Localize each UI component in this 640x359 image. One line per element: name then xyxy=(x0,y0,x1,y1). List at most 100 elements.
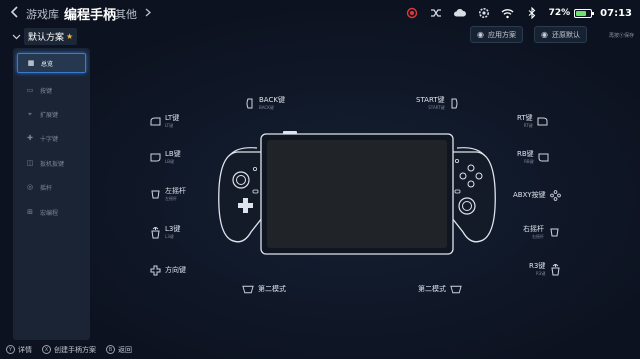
sidebar: ▦ 总览 ▭ 按键 ⌖ 扩展键 ✚ 十字键 ◫ 扳机扳键 ◎ 摇杆 ⊞ 宏编程 xyxy=(13,48,90,340)
right-grip xyxy=(451,151,496,243)
reset-default-button[interactable]: ◉ 还原默认 xyxy=(534,26,587,43)
reset-icon: ◉ xyxy=(541,30,548,39)
y-key-icon: Y xyxy=(6,345,15,354)
bottom-bar: Y 详情 X 创建手柄方案 B 返回 xyxy=(0,340,640,359)
sidebar-item-sticks[interactable]: ◎ 摇杆 xyxy=(17,177,86,197)
sidebar-item-macro[interactable]: ⊞ 宏编程 xyxy=(17,202,86,222)
mapping-label: START键 xyxy=(416,96,445,104)
tab-programming-controller[interactable]: 编程手柄 xyxy=(64,4,116,23)
apply-scheme-label: 应用方案 xyxy=(487,30,516,39)
mapping-label: RB键 xyxy=(517,150,534,158)
back-button-icon xyxy=(243,98,255,110)
mapping-label: LT键 xyxy=(165,114,180,122)
tab-game-library[interactable]: 游戏库 xyxy=(26,6,59,22)
mapping-rb[interactable]: RB键 RB键 xyxy=(517,150,550,165)
sidebar-item-extend-keys[interactable]: ⌖ 扩展键 xyxy=(17,104,86,124)
top-bar: 游戏库 编程手柄 其他 72% 07:13 xyxy=(0,0,640,26)
battery-percent: 72% xyxy=(548,8,571,18)
stick-icon: ◎ xyxy=(26,183,34,191)
settings-icon[interactable] xyxy=(473,5,495,21)
mapping-sublabel: RT键 xyxy=(523,123,533,128)
apply-scheme-button[interactable]: ◉ 应用方案 xyxy=(470,26,523,43)
back-button[interactable]: B 返回 xyxy=(106,345,132,355)
mapping-lt[interactable]: LT键 LT键 xyxy=(149,114,179,129)
save-hint: 再按Ⓨ保存 xyxy=(608,33,634,39)
mapping-mode-left[interactable]: 第二模式 xyxy=(242,283,286,295)
mapping-label: L3键 xyxy=(165,225,181,233)
mapping-label: 右摇杆 xyxy=(523,225,544,233)
mapping-sublabel: LB键 xyxy=(165,159,174,164)
details-label: 详情 xyxy=(18,345,32,354)
lt-icon xyxy=(149,116,161,128)
record-icon[interactable] xyxy=(401,5,423,21)
sidebar-item-label: 扳机扳键 xyxy=(40,160,65,168)
tab-other[interactable]: 其他 xyxy=(115,6,137,22)
left-stick-icon xyxy=(149,189,161,201)
mapping-right-stick[interactable]: 右摇杆 右摇杆 xyxy=(523,225,560,240)
mapping-start[interactable]: START键 START键 xyxy=(416,96,461,111)
create-scheme-button[interactable]: X 创建手柄方案 xyxy=(42,345,96,355)
left-grip xyxy=(218,151,263,243)
sidebar-item-label: 摇杆 xyxy=(40,184,53,192)
chevron-right-icon xyxy=(145,8,151,17)
bluetooth-icon xyxy=(521,5,543,21)
back-label: 返回 xyxy=(118,345,132,354)
dpad-icon xyxy=(149,264,161,276)
handheld-console-illustration xyxy=(218,131,496,255)
sidebar-item-overview[interactable]: ▦ 总览 xyxy=(17,53,86,73)
scheme-name: 默认方案 ★ xyxy=(24,28,78,45)
wifi-icon xyxy=(497,5,519,21)
mapping-label: ABXY按键 xyxy=(513,190,546,199)
mapping-sublabel: LT键 xyxy=(165,123,174,128)
mapping-label: 第二模式 xyxy=(418,284,446,293)
mapping-sublabel: R3键 xyxy=(536,271,546,276)
mapping-label: LB键 xyxy=(165,150,181,158)
mapping-back[interactable]: BACK键 BACK键 xyxy=(243,96,285,111)
abxy-icon xyxy=(550,189,562,201)
sidebar-item-label: 十字键 xyxy=(40,135,59,143)
cloud-icon[interactable] xyxy=(449,5,471,21)
star-icon: ★ xyxy=(66,32,74,41)
button-icon: ▭ xyxy=(26,86,34,94)
details-button[interactable]: Y 详情 xyxy=(6,345,32,355)
grid-icon: ▦ xyxy=(27,59,35,67)
sidebar-item-label: 按键 xyxy=(40,87,53,95)
sidebar-item-label: 总览 xyxy=(41,60,54,68)
shuffle-icon[interactable] xyxy=(425,5,447,21)
mapping-sublabel: 左摇杆 xyxy=(165,196,177,201)
dpad-icon: ✚ xyxy=(27,134,33,142)
b-key-icon: B xyxy=(106,345,115,354)
mapping-label: RT键 xyxy=(517,114,533,122)
r3-icon xyxy=(549,263,561,276)
l3-icon xyxy=(149,226,161,239)
app-root: 游戏库 编程手柄 其他 72% 07:13 默认方案 ★ ◉ 应用方案 ◉ 还原… xyxy=(0,0,640,359)
mapping-sublabel: START键 xyxy=(428,105,445,110)
sidebar-item-buttons[interactable]: ▭ 按键 xyxy=(17,80,86,100)
mapping-mode-right[interactable]: 第二模式 xyxy=(418,283,462,295)
mapping-lb[interactable]: LB键 LB键 xyxy=(149,150,181,165)
mapping-sublabel: RB键 xyxy=(524,159,534,164)
x-key-icon: X xyxy=(42,345,51,354)
scheme-selector[interactable]: 默认方案 ★ xyxy=(12,28,78,45)
lb-icon xyxy=(149,152,161,164)
sidebar-item-triggers[interactable]: ◫ 扳机扳键 xyxy=(17,153,86,173)
right-stick-icon xyxy=(548,227,560,239)
mapping-label: 方向键 xyxy=(165,265,186,274)
mapping-l3[interactable]: L3键 L3键 xyxy=(149,225,180,240)
start-button-icon xyxy=(449,98,461,110)
mapping-label: BACK键 xyxy=(259,96,285,104)
mapping-r3[interactable]: R3键 R3键 xyxy=(529,262,561,277)
sidebar-item-dpad[interactable]: ✚ 十字键 xyxy=(17,128,86,148)
mapping-left-stick[interactable]: 左摇杆 左摇杆 xyxy=(149,187,186,202)
battery-icon xyxy=(574,8,595,18)
battery-fill xyxy=(576,10,587,16)
back-arrow-icon[interactable] xyxy=(8,5,22,19)
chevron-down-icon xyxy=(12,34,21,39)
trigger-icon: ◫ xyxy=(26,159,34,167)
mapping-rt[interactable]: RT键 RT键 xyxy=(517,114,549,129)
clock: 07:13 xyxy=(600,7,632,19)
mapping-dpad[interactable]: 方向键 xyxy=(149,264,186,276)
sidebar-item-label: 宏编程 xyxy=(40,209,59,217)
mapping-abxy[interactable]: ABXY按键 xyxy=(513,189,562,201)
mapping-label: 第二模式 xyxy=(258,284,286,293)
